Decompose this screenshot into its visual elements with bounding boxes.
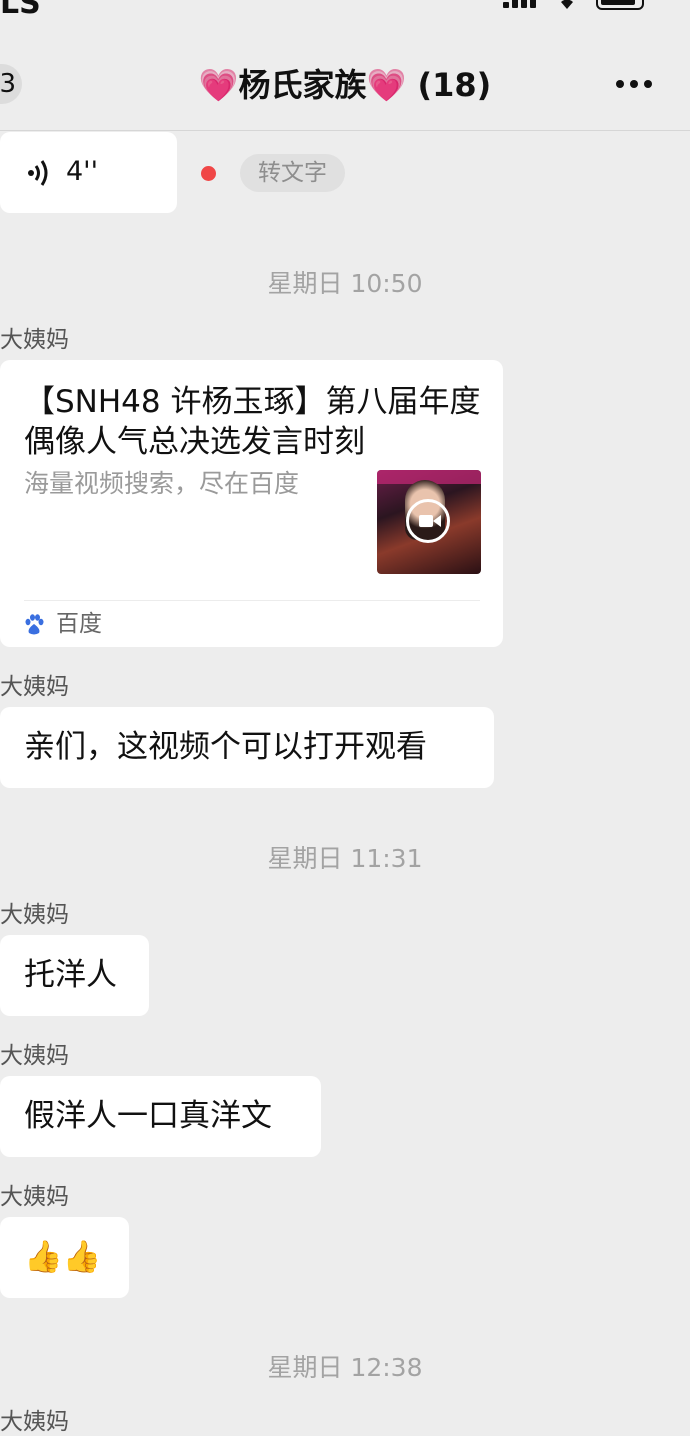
message-text: 假洋人一口真洋文 [24,1098,272,1134]
convert-to-text-button[interactable]: 转文字 [240,154,345,192]
voice-duration: 4'' [66,156,99,187]
more-icon[interactable] [616,80,656,90]
message-text: 亲们，这视频个可以打开观看 [24,729,427,765]
sender-name: 大姨妈 [0,1409,69,1435]
baidu-paw-icon [25,614,44,635]
message-text: 托洋人 [24,957,117,993]
sender-name: 大姨妈 [0,902,69,928]
message-bubble[interactable]: 👍👍 [0,1217,129,1298]
divider [24,600,480,601]
message-bubble[interactable]: 假洋人一口真洋文 [0,1076,321,1157]
timestamp: 星期日 10:50 [267,269,423,298]
thumbs-up-emoji: 👍👍 [24,1239,102,1275]
timestamp: 星期日 11:31 [267,844,423,873]
link-card[interactable]: 【SNH48 许杨玉琢】第八届年度偶像人气总决选发言时刻 海量视频搜索，尽在百度… [0,360,503,647]
voice-message[interactable]: 4'' [0,132,177,213]
sender-name: 大姨妈 [0,327,69,353]
voice-wave-icon [28,160,48,186]
chat-header: 3 💗杨氏家族💗 (18) [0,40,690,131]
signal-icon [503,0,537,8]
battery-icon [596,0,644,10]
timestamp: 星期日 12:38 [267,1353,423,1382]
sender-name: 大姨妈 [0,674,69,700]
message-bubble[interactable]: 亲们，这视频个可以打开观看 [0,707,494,788]
message-bubble[interactable]: 托洋人 [0,935,149,1016]
video-thumbnail [377,470,481,574]
chat-title: 💗杨氏家族💗 (18) [198,66,492,104]
wifi-icon [561,0,573,9]
card-title: 【SNH48 许杨玉琢】第八届年度偶像人气总决选发言时刻 [24,384,481,460]
video-play-icon [406,499,450,543]
unread-dot [201,166,216,181]
sender-name: 大姨妈 [0,1043,69,1069]
card-source: 百度 [56,611,102,637]
sender-name: 大姨妈 [0,1184,69,1210]
card-description: 海量视频搜索，尽在百度 [24,469,300,498]
status-bar-text: LS [0,0,41,21]
